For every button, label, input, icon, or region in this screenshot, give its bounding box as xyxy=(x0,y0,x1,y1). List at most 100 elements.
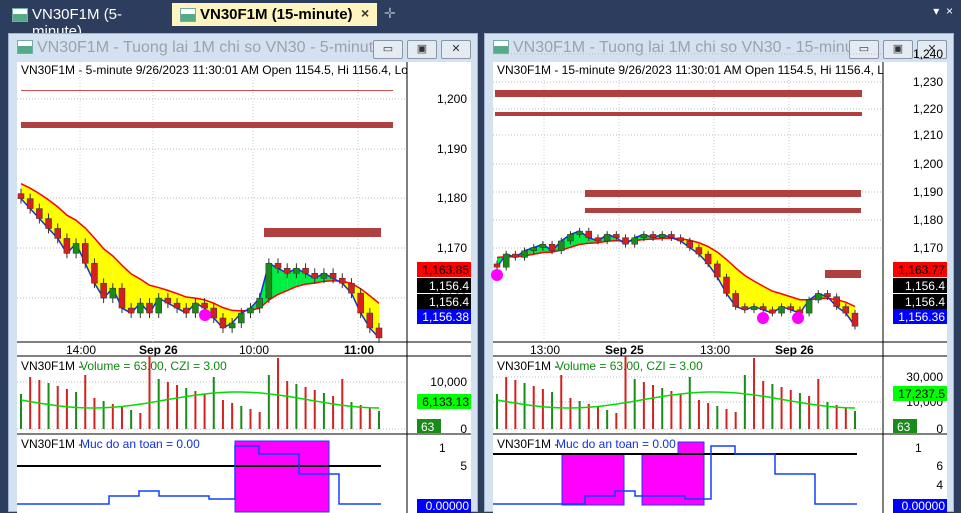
candle xyxy=(769,309,776,314)
price-tick-label: 1,200 xyxy=(437,92,467,106)
price-level-zone xyxy=(495,112,862,116)
add-tab-icon[interactable]: ✛ xyxy=(384,5,396,22)
candle xyxy=(603,234,611,242)
volume-text: Volume = 63.00, CZI = 3.00 xyxy=(556,359,703,373)
safety-zone xyxy=(677,441,705,455)
chart-icon xyxy=(12,8,28,22)
candle xyxy=(594,237,602,242)
volume-text: Volume = 63.00, CZI = 3.00 xyxy=(80,359,227,373)
close-icon[interactable]: × xyxy=(946,4,953,18)
price-tick-label: 1,200 xyxy=(913,157,943,171)
candle xyxy=(851,312,859,327)
price-badge-text: 1,156.4 xyxy=(429,295,469,309)
candle xyxy=(558,240,565,252)
candle xyxy=(182,307,190,314)
price-level-zone xyxy=(825,270,861,278)
time-label: Sep 26 xyxy=(139,343,178,357)
candle xyxy=(704,253,712,265)
price-badge-text: 1,156.36 xyxy=(898,310,945,324)
volume-tick-label: 0 xyxy=(936,422,943,436)
candle xyxy=(100,282,107,299)
candle xyxy=(36,208,43,219)
signal-dot xyxy=(792,312,804,324)
czi-badge-text: 6,133.13 xyxy=(422,395,469,409)
candle xyxy=(54,228,61,239)
signal-dot xyxy=(757,312,769,324)
candle xyxy=(26,198,34,209)
candle xyxy=(613,234,620,238)
candle xyxy=(512,253,519,258)
candle xyxy=(63,238,71,254)
price-level-zone xyxy=(21,90,393,91)
time-label: 14:00 xyxy=(66,343,96,357)
indicator-badge-text: 0.00000 xyxy=(426,499,470,513)
price-level-zone xyxy=(21,122,393,128)
price-tick-label: 1,170 xyxy=(913,241,943,255)
candle xyxy=(548,243,556,252)
time-label: Sep 25 xyxy=(605,343,644,357)
price-tick-label: 1,190 xyxy=(913,185,943,199)
candle xyxy=(778,306,785,314)
candle xyxy=(192,302,199,314)
price-badge-text: 1,163.85 xyxy=(422,263,469,277)
candle xyxy=(329,273,337,279)
price-badge-text: 1,156.4 xyxy=(429,279,469,293)
price-badge-text: 1,163.77 xyxy=(898,263,945,277)
candle xyxy=(539,243,547,248)
safety-zone xyxy=(641,453,705,506)
candle xyxy=(631,237,638,245)
candle xyxy=(741,306,749,311)
chart-canvas[interactable]: VN30F1M - 5-minute 9/26/2023 11:30:01 AM… xyxy=(9,34,479,513)
price-level-zone xyxy=(264,228,381,237)
chart-canvas[interactable]: VN30F1M - 15-minute 9/26/2023 11:30:01 A… xyxy=(485,34,955,513)
safety-zone xyxy=(234,440,330,513)
price-tick-label: 1,180 xyxy=(913,213,943,227)
candle xyxy=(493,263,501,268)
price-tick-label: 1,170 xyxy=(437,241,467,255)
price-level-zone xyxy=(585,190,861,197)
signal-dot xyxy=(491,269,503,281)
indicator-tick-label: 1 xyxy=(915,441,922,455)
candle xyxy=(219,317,227,329)
volume-tick-label: 10,000 xyxy=(430,375,467,389)
chart-icon xyxy=(180,8,196,22)
candle xyxy=(91,263,98,284)
indicator-tick-label: 6 xyxy=(936,459,943,473)
time-label: Sep 26 xyxy=(775,343,814,357)
candle xyxy=(247,307,254,314)
candle xyxy=(375,327,383,339)
candle xyxy=(366,312,374,329)
close-tab-icon[interactable]: × xyxy=(361,5,369,21)
price-tick-label: 1,180 xyxy=(437,191,467,205)
candle xyxy=(576,230,583,235)
chart-header: VN30F1M - 5-minute 9/26/2023 11:30:01 AM… xyxy=(21,63,408,77)
price-tick-label: 1,230 xyxy=(913,75,943,89)
price-badge-text: 1,156.4 xyxy=(905,279,945,293)
candle xyxy=(109,287,117,299)
candle xyxy=(695,247,703,255)
candle xyxy=(127,307,135,314)
price-tick-label: 1,190 xyxy=(437,142,467,156)
tab-5-minute[interactable]: VN30F1M (5-minute) xyxy=(4,3,170,40)
candle xyxy=(833,296,840,307)
candle xyxy=(283,268,291,274)
tab-bar: VN30F1M (5-minute) VN30F1M (15-minute) × … xyxy=(0,0,961,40)
indicator-label: VN30F1M - xyxy=(21,437,82,451)
candle xyxy=(146,302,153,314)
candle xyxy=(265,263,273,299)
candle xyxy=(45,218,52,229)
volume-badge-text: 63 xyxy=(897,420,911,434)
candle xyxy=(238,312,245,324)
tab-15-minute[interactable]: VN30F1M (15-minute) × xyxy=(172,3,377,26)
chart-header: VN30F1M - 15-minute 9/26/2023 11:30:01 A… xyxy=(497,63,891,77)
indicator-tick-label: 4 xyxy=(936,478,943,492)
dropdown-icon[interactable]: ▾ xyxy=(933,4,939,18)
candle xyxy=(348,282,355,294)
candle xyxy=(585,230,593,238)
candle xyxy=(750,306,758,311)
price-tick-label: 1,240 xyxy=(913,47,943,61)
candle xyxy=(640,234,648,238)
candle xyxy=(311,273,318,279)
price-tick-label: 1,220 xyxy=(913,102,943,116)
candle xyxy=(759,306,767,311)
